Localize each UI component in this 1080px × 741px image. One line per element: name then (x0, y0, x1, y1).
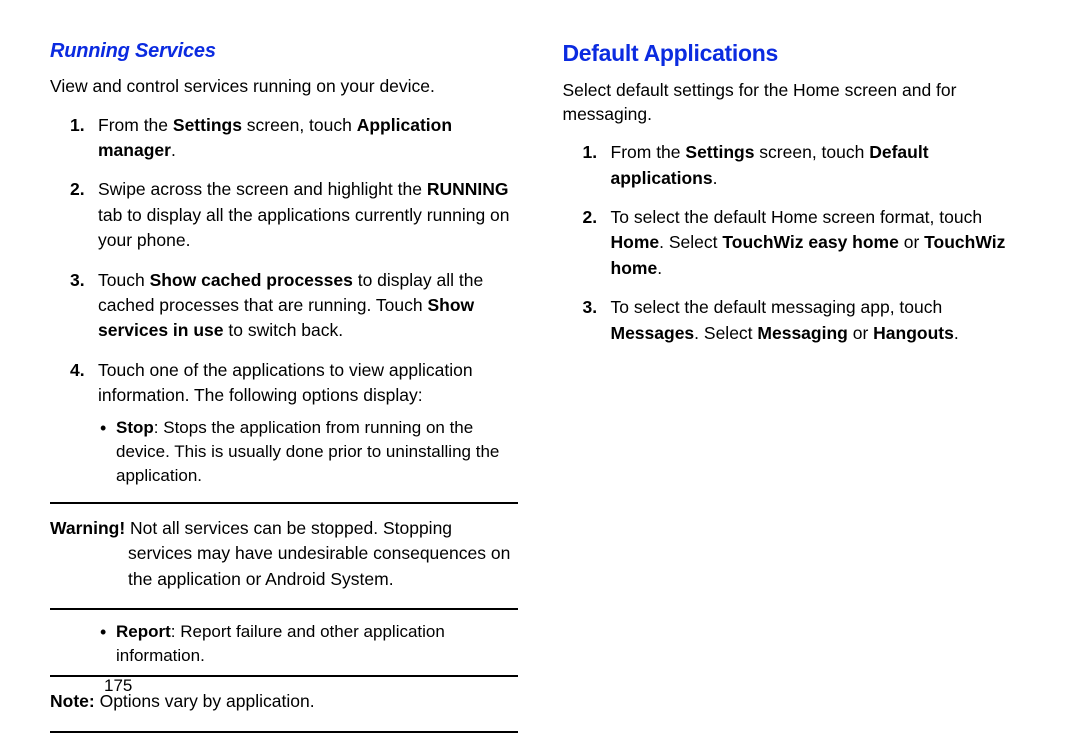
step-3-left: Touch Show cached processes to display a… (50, 268, 518, 344)
warning-block: Warning! Not all services can be stopped… (50, 512, 518, 602)
step-1-right: From the Settings screen, touch Default … (563, 140, 1031, 191)
bullet-report: Report: Report failure and other applica… (98, 620, 518, 668)
heading-default-applications: Default Applications (563, 40, 1031, 67)
rule-2 (50, 608, 518, 610)
heading-running-services: Running Services (50, 40, 518, 63)
column-right: Default Applications Select default sett… (563, 40, 1031, 741)
rule-1 (50, 502, 518, 504)
steps-left: From the Settings screen, touch Applicat… (50, 113, 518, 488)
bullet-report-wrap: Report: Report failure and other applica… (50, 620, 518, 668)
intro-left: View and control services running on you… (50, 75, 518, 99)
bullets-stop: Stop: Stops the application from running… (98, 416, 518, 487)
step-1-left: From the Settings screen, touch Applicat… (50, 113, 518, 164)
step-4-left: Touch one of the applications to view ap… (50, 358, 518, 488)
intro-right: Select default settings for the Home scr… (563, 79, 1031, 126)
column-left: Running Services View and control servic… (50, 40, 518, 741)
bullet-stop: Stop: Stops the application from running… (98, 416, 518, 487)
page-number: 175 (104, 676, 132, 696)
steps-right: From the Settings screen, touch Default … (563, 140, 1031, 346)
step-2-left: Swipe across the screen and highlight th… (50, 177, 518, 253)
step-3-right: To select the default messaging app, tou… (563, 295, 1031, 346)
rule-4 (50, 731, 518, 733)
step-2-right: To select the default Home screen format… (563, 205, 1031, 281)
